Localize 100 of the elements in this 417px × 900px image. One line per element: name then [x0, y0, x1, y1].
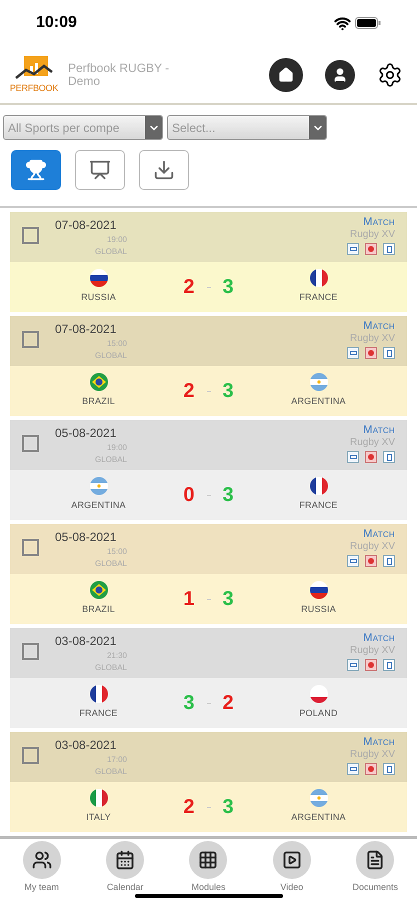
team-name: BRAZIL: [82, 603, 115, 616]
away-score: 2: [222, 691, 234, 716]
team-name: FRANCE: [299, 499, 338, 512]
checkbox[interactable]: [22, 539, 39, 556]
home-score: 0: [183, 483, 194, 508]
team-name: ITALY: [86, 811, 111, 824]
tab-bar-item[interactable]: Modules: [173, 841, 244, 900]
trophy-tab[interactable]: [11, 150, 61, 190]
away-score: 3: [222, 275, 234, 300]
team-name: FRANCE: [299, 291, 338, 304]
tab-bar-item[interactable]: Video: [256, 841, 327, 900]
flag-icon: [90, 477, 108, 496]
flag-icon: [90, 581, 108, 600]
profile-button[interactable]: [325, 60, 355, 90]
match-time: 15:00: [106, 338, 127, 350]
video-icon: [282, 850, 302, 870]
checkbox[interactable]: [22, 227, 39, 244]
match-date: 03-08-2021: [55, 737, 118, 754]
documents-icon: [365, 850, 386, 870]
match-date: 07-08-2021: [55, 217, 118, 234]
team-name: ARGENTINA: [291, 395, 346, 408]
document-icon[interactable]: [383, 659, 395, 671]
video-icon[interactable]: [347, 451, 359, 463]
match-type: Match: [363, 424, 395, 436]
flag-icon: [90, 789, 108, 808]
record-icon[interactable]: [365, 347, 377, 359]
match-date: 07-08-2021: [55, 321, 118, 338]
flag-icon: [90, 373, 108, 392]
match-date: 05-08-2021: [55, 425, 118, 442]
video-icon[interactable]: [347, 243, 359, 255]
document-icon[interactable]: [383, 451, 395, 463]
flag-icon: [310, 789, 328, 808]
checkbox[interactable]: [22, 747, 39, 764]
checkbox[interactable]: [22, 331, 39, 348]
match-scope: GLOBAL: [94, 350, 127, 362]
away-score: 3: [222, 587, 234, 612]
match-time: 17:00: [106, 754, 127, 766]
home-button[interactable]: [269, 58, 303, 92]
match-scope: GLOBAL: [94, 558, 127, 570]
team-name: RUSSIA: [81, 291, 116, 304]
team-name: BRAZIL: [82, 395, 115, 408]
team-name: ARGENTINA: [71, 499, 126, 512]
download-icon: [153, 159, 175, 181]
team-name: RUSSIA: [301, 603, 336, 616]
team-icon: [32, 850, 52, 870]
record-icon[interactable]: [365, 763, 377, 775]
document-icon[interactable]: [383, 555, 395, 567]
document-icon[interactable]: [383, 763, 395, 775]
logo-text: PERFBOOK: [10, 82, 58, 95]
match-scope: GLOBAL: [94, 246, 127, 258]
tab-bar-item[interactable]: Calendar: [90, 841, 160, 900]
home-score: 2: [183, 795, 194, 820]
match-header[interactable]: 03-08-2021 17:00 GLOBAL Match Rugby XV: [10, 732, 407, 782]
video-icon[interactable]: [347, 763, 359, 775]
flag-icon: [310, 581, 328, 600]
record-icon[interactable]: [365, 451, 377, 463]
app-title: Perfbook RUGBY - Demo: [68, 62, 170, 88]
person-icon: [332, 66, 348, 82]
video-icon[interactable]: [347, 659, 359, 671]
home-score: 1: [183, 587, 194, 612]
match-date: 03-08-2021: [55, 633, 118, 650]
tab-bar-item[interactable]: Documents: [340, 841, 410, 900]
video-icon[interactable]: [347, 347, 359, 359]
home-icon: [278, 66, 294, 82]
modules-icon: [198, 850, 218, 870]
checkbox[interactable]: [22, 435, 39, 452]
battery-icon: [355, 17, 381, 29]
team-name: POLAND: [299, 707, 338, 720]
flag-icon: [90, 269, 108, 288]
match-header[interactable]: 07-08-2021 19:00 GLOBAL Match Rugby XV: [10, 212, 407, 262]
away-score: 3: [222, 379, 234, 404]
match-type: Match: [363, 216, 395, 228]
match-type: Match: [363, 632, 395, 644]
status-time: 10:09: [36, 13, 77, 33]
match-type: Match: [363, 736, 395, 748]
sport-label: Rugby XV: [350, 332, 395, 346]
wifi-icon: [334, 14, 351, 32]
presentation-icon: [89, 159, 111, 181]
flag-icon: [310, 685, 328, 704]
record-icon[interactable]: [365, 555, 377, 567]
video-icon[interactable]: [347, 555, 359, 567]
document-icon[interactable]: [383, 347, 395, 359]
presentation-tab[interactable]: [75, 150, 125, 190]
home-score: 3: [183, 691, 194, 716]
document-icon[interactable]: [383, 243, 395, 255]
download-tab[interactable]: [139, 150, 189, 190]
logo-icon: [14, 54, 54, 82]
sport-label: Rugby XV: [350, 228, 395, 242]
team-name: FRANCE: [79, 707, 118, 720]
tab-bar-item[interactable]: My team: [6, 841, 77, 900]
match-time: 15:00: [106, 546, 127, 558]
match-time: 19:00: [106, 234, 127, 246]
record-icon[interactable]: [365, 659, 377, 671]
match-header[interactable]: 07-08-2021 15:00 GLOBAL Match Rugby XV: [10, 316, 407, 366]
checkbox[interactable]: [22, 643, 39, 660]
record-icon[interactable]: [365, 243, 377, 255]
calendar-icon: [115, 850, 136, 870]
settings-icon[interactable]: [377, 62, 403, 88]
match-header[interactable]: 05-08-2021 15:00 GLOBAL Match Rugby XV: [10, 524, 407, 574]
flag-icon: [310, 373, 328, 392]
